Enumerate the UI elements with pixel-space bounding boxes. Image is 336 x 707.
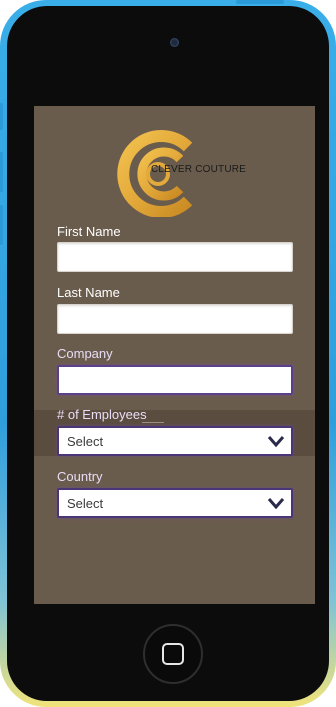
mute-switch: [0, 103, 3, 130]
chevron-down-icon: [267, 436, 285, 448]
employees-select[interactable]: Select: [57, 426, 293, 456]
volume-down-button: [0, 205, 3, 245]
chevron-down-icon: [267, 498, 285, 510]
first-name-label: First Name: [57, 224, 121, 239]
employees-label: # of Employees: [57, 407, 147, 422]
company-label: Company: [57, 346, 113, 361]
phone-frame: CLEVER COUTURE First Name Last Name Comp…: [0, 0, 336, 707]
last-name-input[interactable]: [57, 304, 293, 334]
home-button[interactable]: [143, 624, 203, 684]
brand-name: CLEVER COUTURE: [151, 164, 247, 175]
home-button-icon: [162, 643, 184, 665]
country-label: Country: [57, 469, 103, 484]
country-select[interactable]: Select: [57, 488, 293, 518]
company-input[interactable]: [57, 365, 293, 395]
first-name-input[interactable]: [57, 242, 293, 272]
country-select-value: Select: [67, 496, 104, 511]
employees-select-value: Select: [67, 434, 104, 449]
front-camera: [170, 38, 179, 47]
power-button: [236, 0, 284, 4]
volume-up-button: [0, 152, 3, 192]
last-name-label: Last Name: [57, 285, 120, 300]
app-screen: CLEVER COUTURE First Name Last Name Comp…: [34, 106, 315, 604]
label-divider: [142, 422, 164, 423]
